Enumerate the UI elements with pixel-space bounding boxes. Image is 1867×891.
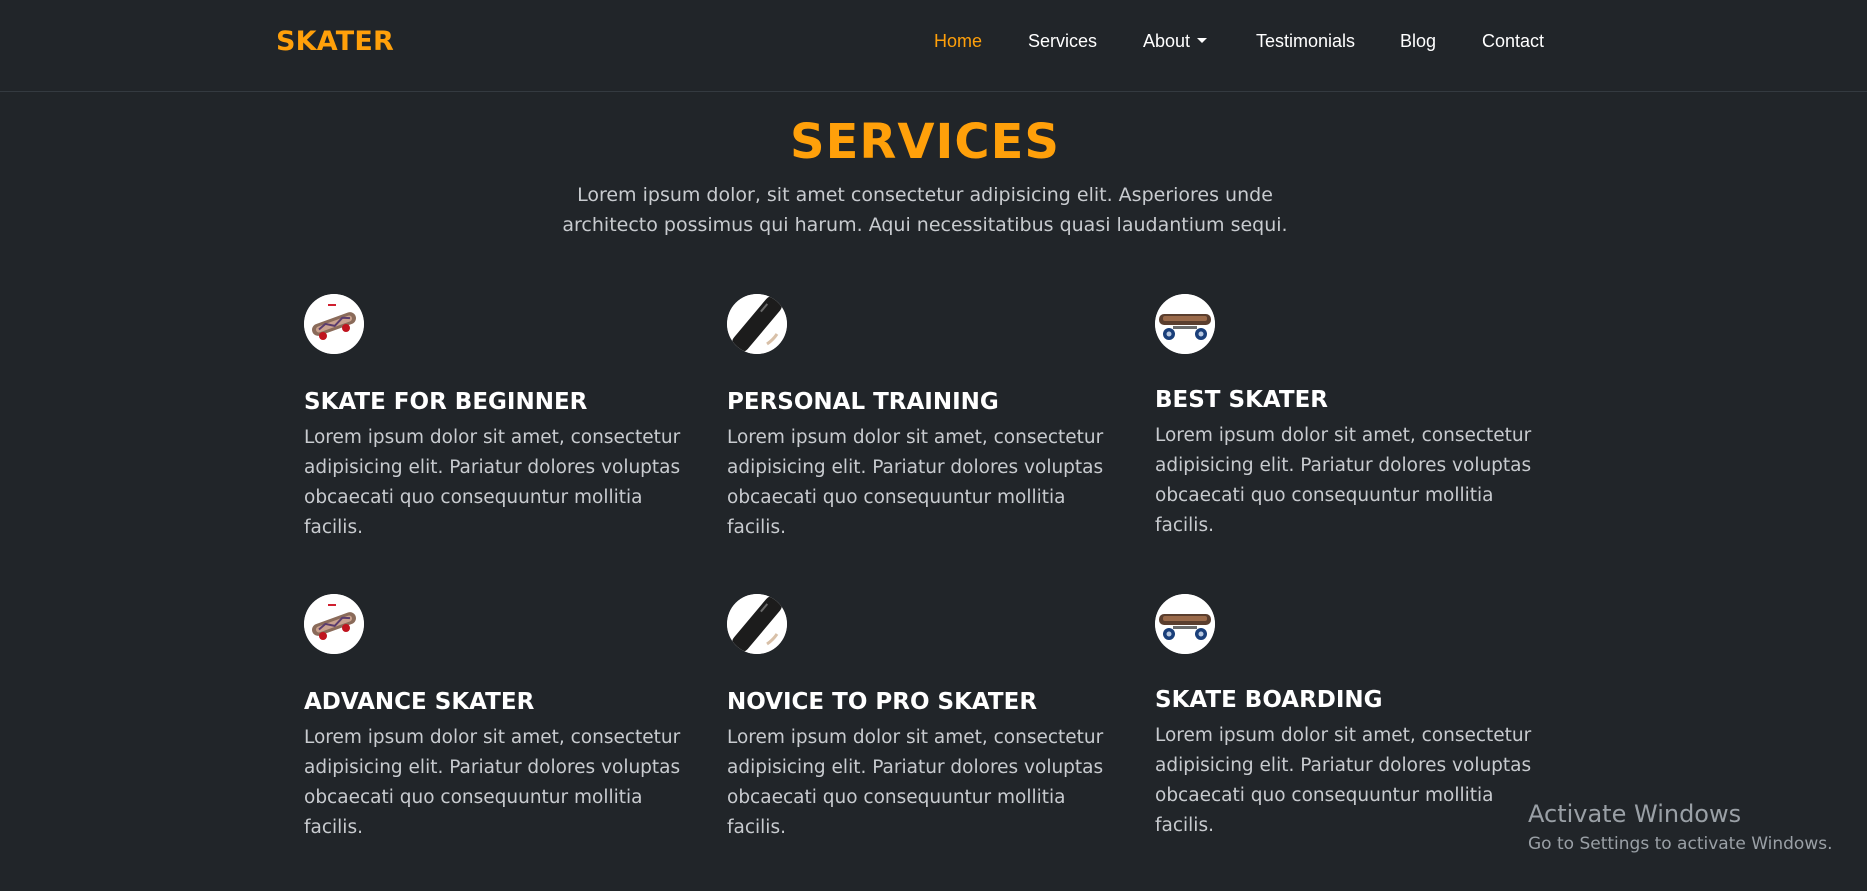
nav-testimonials[interactable]: Testimonials [1256,31,1355,52]
skateboard-deck-icon [727,594,787,654]
navbar: SKATER Home Services About Testimonials … [0,0,1867,92]
service-text: Lorem ipsum dolor sit amet, consectetur … [727,727,1104,838]
brand-logo[interactable]: SKATER [276,26,394,57]
watermark-subtitle: Go to Settings to activate Windows. [1528,834,1833,854]
nav-about-dropdown[interactable]: About [1143,31,1208,52]
nav-about-label: About [1143,31,1191,51]
section-lead: Lorem ipsum dolor, sit amet consectetur … [562,184,1288,236]
service-card: SKATE BOARDING Lorem ipsum dolor sit ame… [1155,594,1555,841]
service-card: PERSONAL TRAINING Lorem ipsum dolor sit … [727,294,1127,543]
service-text: Lorem ipsum dolor sit amet, consectetur … [304,427,681,538]
service-title: SKATE FOR BEGINNER [304,389,588,415]
watermark-title: Activate Windows [1528,800,1742,828]
service-card: SKATE FOR BEGINNER Lorem ipsum dolor sit… [304,294,704,543]
nav-blog[interactable]: Blog [1400,31,1436,52]
skateboard-blue-wheels-icon [1155,294,1215,354]
service-text: Lorem ipsum dolor sit amet, consectetur … [727,427,1104,538]
service-title: SKATE BOARDING [1155,687,1383,713]
service-text: Lorem ipsum dolor sit amet, consectetur … [304,727,681,838]
nav-home[interactable]: Home [934,31,982,52]
service-card: NOVICE TO PRO SKATER Lorem ipsum dolor s… [727,594,1127,843]
skateboard-blue-wheels-icon [1155,594,1215,654]
skateboard-red-wheels-icon [304,294,364,354]
service-title: PERSONAL TRAINING [727,389,999,415]
skateboard-deck-icon [727,294,787,354]
caret-down-icon [1197,38,1208,43]
nav-services[interactable]: Services [1028,31,1097,52]
service-title: ADVANCE SKATER [304,689,535,715]
service-text: Lorem ipsum dolor sit amet, consectetur … [1155,425,1532,536]
service-card: BEST SKATER Lorem ipsum dolor sit amet, … [1155,294,1555,541]
service-title: NOVICE TO PRO SKATER [727,689,1038,715]
section-title: SERVICES [790,114,1060,170]
service-title: BEST SKATER [1155,387,1329,413]
service-text: Lorem ipsum dolor sit amet, consectetur … [1155,725,1532,836]
skateboard-red-wheels-icon [304,594,364,654]
nav-contact[interactable]: Contact [1482,31,1544,52]
windows-activation-watermark: Activate Windows Go to Settings to activ… [1528,800,1833,854]
service-card: ADVANCE SKATER Lorem ipsum dolor sit ame… [304,594,704,843]
